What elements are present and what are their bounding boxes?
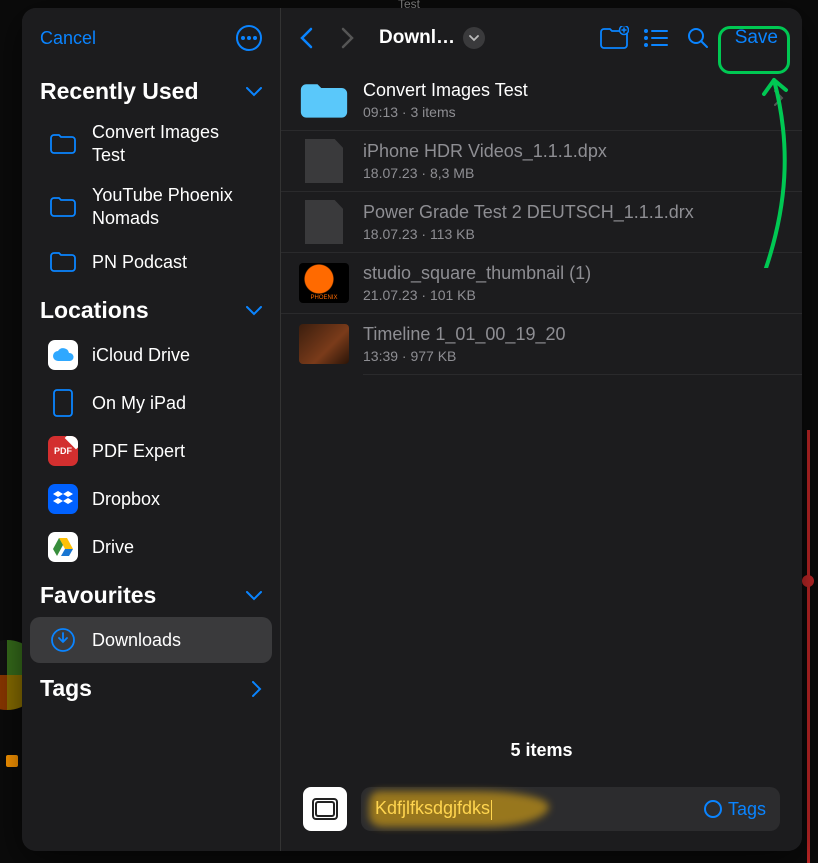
chevron-left-icon [299, 27, 313, 49]
text-caret [491, 800, 492, 820]
new-folder-button[interactable] [599, 23, 629, 53]
file-browser-sheet: Cancel Recently Used Convert Images Test… [22, 8, 802, 851]
breadcrumb-menu-button[interactable] [463, 27, 485, 49]
pdf-expert-icon: PDF [48, 436, 78, 466]
folder-plus-icon [599, 26, 629, 50]
background-playhead-handle [802, 575, 814, 587]
toolbar: Downl… Save [281, 8, 802, 68]
more-options-button[interactable] [236, 25, 262, 51]
file-list[interactable]: Convert Images Test 09:13 · 3 items iPho… [281, 68, 802, 730]
sidebar-item-label: Downloads [92, 629, 181, 652]
section-title: Tags [40, 675, 92, 702]
file-title: Timeline 1_01_00_19_20 [363, 324, 784, 345]
view-options-button[interactable] [641, 23, 671, 53]
sidebar-item-pdf-expert[interactable]: PDF PDF Expert [30, 428, 272, 474]
section-title: Locations [40, 297, 149, 324]
search-button[interactable] [683, 23, 713, 53]
sidebar-item-icloud-drive[interactable]: iCloud Drive [30, 332, 272, 378]
sidebar-item-label: On My iPad [92, 392, 186, 415]
file-subtitle: 09:13 · 3 items [363, 104, 760, 120]
chevron-down-icon [246, 87, 262, 97]
sidebar-item-drive[interactable]: Drive [30, 524, 272, 570]
ipad-icon [48, 388, 78, 418]
sidebar-item-label: Dropbox [92, 488, 160, 511]
background-playhead-line [807, 430, 810, 863]
sidebar-item-label: Convert Images Test [92, 121, 252, 166]
document-icon [303, 787, 347, 831]
file-row: PHOENIX studio_square_thumbnail (1) 21.0… [281, 253, 802, 314]
file-row: Timeline 1_01_00_19_20 13:39 · 977 KB [281, 314, 802, 374]
file-title: studio_square_thumbnail (1) [363, 263, 784, 284]
sidebar-item-label: iCloud Drive [92, 344, 190, 367]
filename-input[interactable]: Kdfjlfksdgjfdks Tags [361, 787, 780, 831]
file-row: Power Grade Test 2 DEUTSCH_1.1.1.drx 18.… [281, 192, 802, 253]
search-icon [686, 26, 710, 50]
background-title: Test [0, 0, 818, 8]
section-favourites[interactable]: Favourites [22, 572, 280, 615]
ellipsis-icon [241, 36, 257, 40]
breadcrumb-title: Downl… [379, 27, 455, 49]
chevron-right-icon [341, 27, 355, 49]
file-subtitle: 18.07.23 · 113 KB [363, 226, 784, 242]
chevron-down-icon [246, 306, 262, 316]
sidebar: Cancel Recently Used Convert Images Test… [22, 8, 281, 851]
folder-icon [299, 80, 349, 120]
section-title: Recently Used [40, 78, 199, 105]
list-icon [643, 28, 669, 48]
tags-label: Tags [728, 799, 766, 820]
file-subtitle: 13:39 · 977 KB [363, 348, 784, 364]
sidebar-item-on-my-ipad[interactable]: On My iPad [30, 380, 272, 426]
sidebar-item-dropbox[interactable]: Dropbox [30, 476, 272, 522]
sidebar-top: Cancel [22, 8, 280, 68]
file-title: Convert Images Test [363, 80, 760, 101]
file-row-folder[interactable]: Convert Images Test 09:13 · 3 items [281, 70, 802, 131]
section-title: Favourites [40, 582, 156, 609]
sidebar-item-label: Drive [92, 536, 134, 559]
download-icon [48, 625, 78, 655]
google-drive-icon [48, 532, 78, 562]
sidebar-item-youtube-phoenix-nomads[interactable]: YouTube Phoenix Nomads [30, 176, 272, 237]
file-subtitle: 18.07.23 · 8,3 MB [363, 165, 784, 181]
tags-button[interactable]: Tags [704, 799, 766, 820]
file-row: iPhone HDR Videos_1.1.1.dpx 18.07.23 · 8… [281, 131, 802, 192]
section-tags[interactable]: Tags [22, 665, 280, 708]
forward-button [333, 23, 363, 53]
back-button[interactable] [291, 23, 321, 53]
file-title: iPhone HDR Videos_1.1.1.dpx [363, 141, 784, 162]
folder-icon [48, 247, 78, 277]
chevron-down-icon [246, 591, 262, 601]
chevron-right-icon [252, 681, 262, 697]
sidebar-item-pn-podcast[interactable]: PN Podcast [30, 239, 272, 285]
sidebar-item-downloads[interactable]: Downloads [30, 617, 272, 663]
section-recently-used[interactable]: Recently Used [22, 68, 280, 111]
cancel-button[interactable]: Cancel [40, 28, 96, 49]
background-marker [6, 755, 18, 767]
image-thumbnail: PHOENIX [299, 263, 349, 303]
file-icon [299, 141, 349, 181]
folder-icon [48, 192, 78, 222]
chevron-down-icon [469, 35, 479, 42]
item-count: 5 items [281, 730, 802, 775]
folder-icon [48, 129, 78, 159]
tag-circle-icon [704, 800, 722, 818]
breadcrumb[interactable]: Downl… [375, 27, 489, 49]
sidebar-item-label: PDF Expert [92, 440, 185, 463]
main-panel: Downl… Save [281, 8, 802, 851]
filename-bar: Kdfjlfksdgjfdks Tags [281, 775, 802, 851]
divider [363, 374, 802, 375]
section-locations[interactable]: Locations [22, 287, 280, 330]
file-title: Power Grade Test 2 DEUTSCH_1.1.1.drx [363, 202, 784, 223]
image-thumbnail [299, 324, 349, 364]
icloud-icon [48, 340, 78, 370]
sidebar-item-convert-images-test[interactable]: Convert Images Test [30, 113, 272, 174]
filename-value: Kdfjlfksdgjfdks [375, 798, 492, 819]
sidebar-item-label: YouTube Phoenix Nomads [92, 184, 252, 229]
file-subtitle: 21.07.23 · 101 KB [363, 287, 784, 303]
sidebar-item-label: PN Podcast [92, 251, 187, 274]
chevron-right-icon [774, 90, 784, 111]
file-icon [299, 202, 349, 242]
dropbox-icon [48, 484, 78, 514]
save-button[interactable]: Save [725, 23, 788, 53]
